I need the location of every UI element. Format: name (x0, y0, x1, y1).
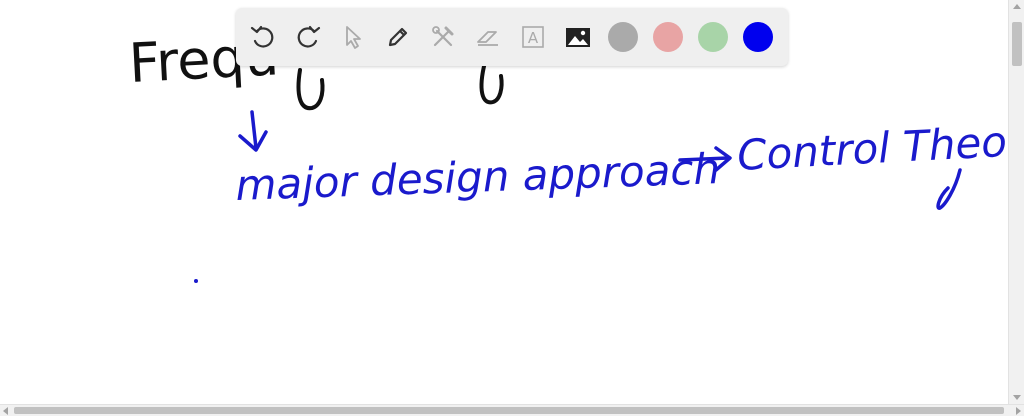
redo-button[interactable] (293, 22, 323, 52)
scroll-up-arrow-icon[interactable] (1013, 4, 1021, 9)
select-pointer-icon (346, 26, 361, 49)
undo-icon (250, 25, 274, 48)
tools-icon (432, 26, 454, 47)
text-box-icon: A (522, 26, 544, 48)
vertical-scrollbar[interactable] (1008, 0, 1024, 404)
eraser-button[interactable] (473, 22, 503, 52)
eraser-icon (477, 31, 498, 46)
blue-ink-stroke (936, 168, 962, 210)
scroll-right-arrow-icon[interactable] (1016, 407, 1021, 415)
down-arrow-stroke (250, 110, 258, 150)
vertical-scroll-thumb[interactable] (1012, 22, 1022, 66)
pen-button[interactable] (383, 22, 413, 52)
text-button[interactable]: A (518, 22, 548, 52)
scroll-down-arrow-icon[interactable] (1013, 395, 1021, 400)
redo-icon (297, 25, 321, 48)
scroll-left-arrow-icon[interactable] (3, 407, 8, 415)
image-button[interactable] (563, 22, 593, 52)
text-box-glyph: A (528, 29, 539, 47)
ink-dot (194, 279, 198, 283)
color-swatch-pink[interactable] (653, 22, 683, 52)
select-button[interactable] (338, 22, 368, 52)
color-swatch-blue[interactable] (743, 22, 773, 52)
tools-button[interactable] (428, 22, 458, 52)
handwritten-blue-text: major design approach (235, 144, 721, 210)
image-icon (566, 28, 590, 47)
color-swatch-gray[interactable] (608, 22, 638, 52)
color-swatch-green[interactable] (698, 22, 728, 52)
drawing-toolbar: A (236, 8, 788, 66)
horizontal-scrollbar[interactable] (0, 404, 1024, 416)
pen-icon (388, 27, 408, 47)
right-arrow-stroke (678, 156, 730, 162)
horizontal-scroll-thumb[interactable] (14, 407, 1004, 414)
black-ink-stroke (296, 68, 325, 111)
undo-button[interactable] (248, 22, 278, 52)
handwritten-blue-target: Control Theory (736, 115, 1008, 180)
black-ink-stroke (479, 60, 504, 105)
